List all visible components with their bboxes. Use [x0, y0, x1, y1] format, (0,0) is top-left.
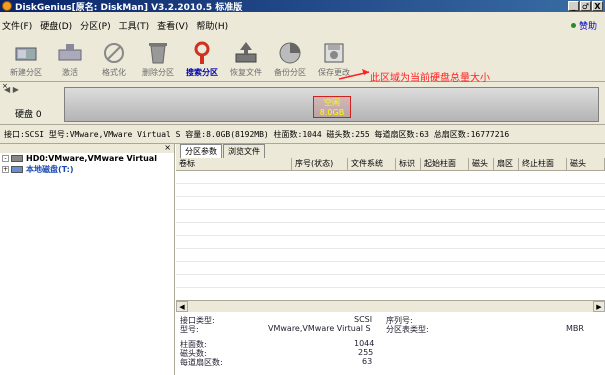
col-index-status[interactable]: 序号(状态)	[292, 158, 348, 170]
search-partition-icon	[194, 41, 210, 64]
col-start-cylinder[interactable]: 起始柱面	[421, 158, 469, 170]
annotation-arrow	[338, 69, 370, 80]
disk-label: 硬盘 0	[15, 110, 42, 120]
tool-label: 删除分区	[142, 68, 174, 77]
tree-item-local-disk[interactable]: + 本地磁盘(T:)	[0, 164, 174, 175]
cylinders-value: 1044	[354, 339, 375, 348]
scroll-left-icon[interactable]: ◀	[176, 301, 188, 312]
sponsor-link[interactable]: 赞助	[570, 19, 597, 32]
backup-partition-button[interactable]: 备份分区	[268, 38, 312, 82]
tool-label: 激活	[62, 68, 78, 77]
new-partition-button[interactable]: 新建分区	[4, 38, 48, 82]
menu-partition[interactable]: 分区(P)	[80, 19, 110, 32]
close-button[interactable]: X	[592, 1, 603, 11]
menu-disk[interactable]: 硬盘(D)	[40, 19, 72, 32]
recover-file-button[interactable]: 恢复文件	[224, 38, 268, 82]
tool-label: 新建分区	[10, 68, 42, 77]
partition-icon	[11, 166, 23, 173]
disk-details: 接口类型: SCSI 序列号: 型号: VMware,VMware Virtua…	[176, 312, 605, 372]
tab-browse-files[interactable]: 浏览文件	[223, 144, 265, 158]
partition-table-label: 分区表类型:	[386, 325, 429, 334]
col-end-head[interactable]: 磁头	[567, 158, 605, 170]
tree-item-label: HD0:VMware,VMware Virtual	[26, 154, 157, 163]
disk-nav-arrows[interactable]: ◀ ▶	[4, 85, 19, 94]
tab-strip: 分区参数 浏览文件	[176, 144, 605, 158]
delete-partition-button[interactable]: 删除分区	[136, 38, 180, 82]
window-controls: _ ♂ X	[568, 1, 603, 11]
menu-help[interactable]: 帮助(H)	[196, 19, 228, 32]
activate-button[interactable]: 激活	[48, 38, 92, 82]
tree-item-disk[interactable]: - HD0:VMware,VMware Virtual	[0, 153, 174, 164]
hard-disk-icon	[11, 155, 23, 162]
col-head[interactable]: 磁头	[469, 158, 494, 170]
col-sector[interactable]: 扇区	[494, 158, 519, 170]
tree-header: ×	[0, 143, 174, 153]
disk-bar[interactable]: 空闲 8.0GB	[64, 87, 599, 122]
window-title: DiskGenius[原名: DiskMan] V3.2.2010.5 标准版	[15, 2, 243, 13]
sectors-value: 63	[362, 357, 373, 366]
model-label: 型号:	[180, 325, 199, 334]
backup-partition-icon	[279, 42, 301, 64]
menu-bar: 文件(F) 硬盘(D) 分区(P) 工具(T) 查看(V) 帮助(H) 赞助	[0, 12, 605, 38]
save-changes-icon	[324, 43, 344, 63]
menu-tools[interactable]: 工具(T)	[119, 19, 150, 32]
restore-button[interactable]: ♂	[580, 1, 591, 11]
tab-partition-params[interactable]: 分区参数	[180, 144, 222, 158]
horizontal-scrollbar[interactable]: ◀ ▶	[176, 300, 605, 312]
close-icon[interactable]: ×	[164, 143, 171, 152]
free-space-block[interactable]: 空闲 8.0GB	[313, 96, 351, 118]
heads-value: 255	[358, 348, 374, 357]
tool-label: 备份分区	[274, 68, 306, 77]
interface-type-value: SCSI	[354, 315, 373, 324]
free-size: 8.0GB	[319, 108, 345, 117]
partition-table-body[interactable]	[176, 171, 605, 300]
col-end-cylinder[interactable]: 终止柱面	[519, 158, 567, 170]
expand-icon[interactable]: +	[2, 166, 9, 173]
format-button[interactable]: 格式化	[92, 38, 136, 82]
toolbar: 新建分区 激活 格式化 删除分区 搜索分区 恢复文件 备份分区 保存更改	[0, 38, 605, 82]
sectors-label: 每道扇区数:	[180, 358, 223, 367]
col-flag[interactable]: 标识	[396, 158, 421, 170]
format-icon	[104, 43, 124, 63]
activate-icon	[58, 44, 82, 61]
menu-view[interactable]: 查看(V)	[157, 19, 188, 32]
app-icon	[2, 1, 12, 11]
search-partition-button[interactable]: 搜索分区	[180, 38, 224, 82]
disk-map: × ◀ ▶ 硬盘 0 空闲 8.0GB	[0, 82, 605, 124]
title-bar: DiskGenius[原名: DiskMan] V3.2.2010.5 标准版 …	[0, 0, 605, 13]
tool-label: 恢复文件	[230, 68, 262, 77]
sponsor-icon	[570, 23, 576, 28]
tool-label: 搜索分区	[186, 68, 218, 77]
menu-file[interactable]: 文件(F)	[2, 19, 32, 32]
recover-file-icon	[235, 42, 257, 63]
free-label: 空闲	[324, 98, 340, 107]
sponsor-label: 赞助	[578, 22, 597, 32]
minimize-button[interactable]: _	[568, 1, 579, 11]
partition-table-header: 卷标 序号(状态) 文件系统 标识 起始柱面 磁头 扇区 终止柱面 磁头	[176, 158, 605, 171]
scroll-right-icon[interactable]: ▶	[593, 301, 605, 312]
col-volume[interactable]: 卷标	[176, 158, 292, 170]
disk-info-bar: 接口:SCSI 型号:VMware,VMware Virtual S 容量:8.…	[0, 124, 605, 144]
partition-table-value: MBR	[566, 324, 584, 333]
new-partition-icon	[15, 47, 37, 61]
delete-partition-icon	[149, 43, 167, 64]
tool-label: 格式化	[102, 68, 126, 77]
partition-panel: 分区参数 浏览文件 卷标 序号(状态) 文件系统 标识 起始柱面 磁头 扇区 终…	[176, 144, 605, 375]
disk-tree: × - HD0:VMware,VMware Virtual + 本地磁盘(T:)	[0, 143, 175, 375]
col-filesystem[interactable]: 文件系统	[348, 158, 396, 170]
model-value: VMware,VMware Virtual S	[268, 324, 371, 333]
tree-item-label: 本地磁盘(T:)	[26, 165, 74, 174]
expand-icon[interactable]: -	[2, 155, 9, 162]
